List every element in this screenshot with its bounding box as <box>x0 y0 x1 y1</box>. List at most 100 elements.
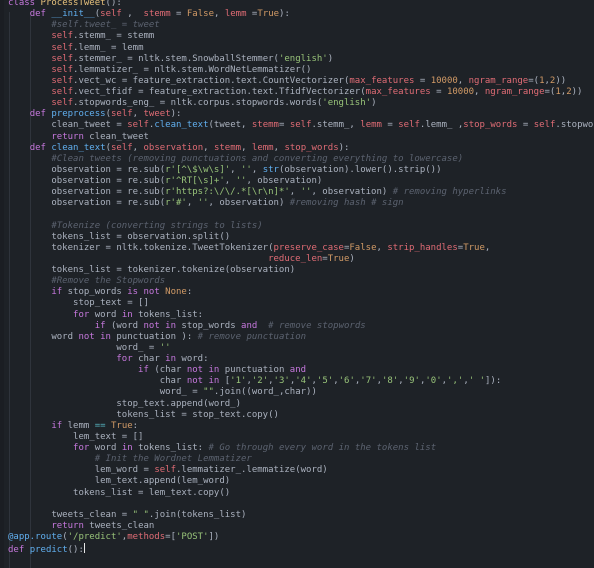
code-line[interactable]: observation = re.sub(r'[^\$\w\s]', '', s… <box>8 165 594 176</box>
code-token: '8' <box>381 376 399 387</box>
code-token: for <box>73 443 95 453</box>
code-token: , <box>289 187 301 198</box>
code-line[interactable]: self.stemm_ = stemm <box>8 31 594 42</box>
code-line[interactable]: lem_word = self.lemmatizer_.lemmatize(wo… <box>8 465 594 476</box>
code-line[interactable]: @app.route('/predict',methods=['POST']) <box>8 532 594 543</box>
code-token: if <box>138 365 155 376</box>
code-line[interactable]: #self.tweet_ = tweet <box>8 20 594 31</box>
code-line[interactable]: def clean_text(self, observation, stemm,… <box>8 143 594 154</box>
code-token: (observation).lower().strip()) <box>278 164 442 175</box>
code-line[interactable]: char not in ['1','2','3','4','5','6','7'… <box>8 376 594 387</box>
code-token: ): <box>338 142 350 153</box>
code-line[interactable]: tokens_list = tokenizer.tokenize(observa… <box>8 265 594 276</box>
code-line[interactable]: stop_text = [] <box>8 298 594 309</box>
code-line[interactable]: #Tokenize (converting strings to lists) <box>8 221 594 232</box>
code-line[interactable]: reduce_len=True) <box>8 254 594 265</box>
code-line[interactable]: word not in punctuation ): # remove punc… <box>8 332 594 343</box>
code-token: self <box>51 87 74 97</box>
code-token: # Go through every word in the tokens li… <box>208 443 437 453</box>
code-line[interactable]: #Clean tweets (removing punctuations and… <box>8 154 594 165</box>
code-token: True <box>110 420 133 431</box>
code-line[interactable]: if (char not in punctuation and <box>8 365 594 376</box>
code-line[interactable]: word_ = '' <box>8 343 594 354</box>
code-line[interactable]: tweets_clean = " ".join(tokens_list) <box>8 510 594 521</box>
code-token: .stemmer_ = nltk.stem.SnowballStemmer( <box>73 53 279 64</box>
code-line[interactable]: def predict(): <box>8 543 594 556</box>
code-editor[interactable]: class ProcessTweet(): def __init__(self … <box>0 0 594 568</box>
code-token: tokenizer = nltk.tokenize.TweetTokenizer… <box>8 242 274 253</box>
code-line[interactable]: tokens_list = stop_text.copy() <box>8 410 594 421</box>
code-token: clean_tweet <box>89 131 149 142</box>
code-token: def <box>29 142 52 153</box>
code-token: .lemmatizer_.lemmatize(word) <box>176 465 328 476</box>
code-area[interactable]: class ProcessTweet(): def __init__(self … <box>8 0 594 556</box>
code-token: , <box>457 75 469 86</box>
code-token: stop_words <box>67 287 128 298</box>
code-token: in <box>165 354 182 364</box>
code-line[interactable]: for char in word: <box>8 354 594 365</box>
code-line[interactable]: stop_text.append(word_) <box>8 399 594 410</box>
code-line[interactable]: observation = re.sub(r'^RT[\s]+', '', ob… <box>8 176 594 187</box>
code-token: stop_words <box>463 120 518 131</box>
code-token: ): <box>279 9 290 20</box>
code-token: 'english' <box>278 53 328 64</box>
code-token: "" <box>203 387 214 398</box>
code-line[interactable]: self.lemmatizer_ = nltk.stem.WordNetLemm… <box>8 65 594 76</box>
code-line[interactable]: self.lemm_ = lemm <box>8 43 594 54</box>
code-line[interactable]: lem_text = [] <box>8 432 594 443</box>
code-line[interactable]: for word in tokens_list: # Go through ev… <box>8 443 594 454</box>
code-token: stemm <box>143 9 171 20</box>
code-line[interactable]: clean_tweet = self.clean_text(tweet, ste… <box>8 120 594 131</box>
code-line[interactable]: if stop_words is not None: <box>8 287 594 298</box>
code-token: 'POST' <box>176 532 209 542</box>
code-line[interactable]: def preprocess(self, tweet): <box>8 109 594 120</box>
code-line[interactable]: class ProcessTweet(): <box>8 0 594 9</box>
code-token: not in <box>143 320 182 331</box>
code-token: ) <box>349 253 355 264</box>
code-token: self <box>100 9 122 20</box>
code-token: r'[^\$\w\s]' <box>165 164 231 175</box>
code-line[interactable]: # Init the Wordnet Lemmatizer <box>8 454 594 465</box>
code-token: .vect_wc = feature_extraction.text.Count… <box>73 75 350 86</box>
code-token: ]) <box>208 532 220 542</box>
code-line[interactable]: self.stopwords_eng_ = nltk.corpus.stopwo… <box>8 98 594 109</box>
code-line[interactable]: self.stemmer_ = nltk.stem.SnowballStemme… <box>8 54 594 65</box>
code-line[interactable]: return tweets_clean <box>8 521 594 532</box>
code-line[interactable]: #Remove the Stopwords <box>8 276 594 287</box>
code-line[interactable]: if (word not in stop_words and # remove … <box>8 321 594 332</box>
code-token: word <box>94 309 122 320</box>
code-token: '9' <box>403 376 420 387</box>
code-line[interactable]: self.vect_tfidf = feature_extraction.tex… <box>8 87 594 98</box>
code-line[interactable]: word_ = "".join((word_,char)) <box>8 387 594 398</box>
code-line[interactable]: for word in tokens_list: <box>8 310 594 321</box>
code-line[interactable]: if lemm == True: <box>8 421 594 432</box>
code-token: '5' <box>316 376 334 387</box>
code-line[interactable]: observation = re.sub(r'https?:\/\/.*[\r\… <box>8 187 594 198</box>
code-line[interactable] <box>8 499 594 510</box>
code-token: # Init the Wordnet Lemmatizer <box>8 454 252 465</box>
code-token: self <box>51 31 74 42</box>
code-line[interactable]: def __init__(self , stemm = False, lemm … <box>8 9 594 20</box>
code-line[interactable]: tokenizer = nltk.tokenize.TweetTokenizer… <box>8 243 594 254</box>
code-token: ' ' <box>468 376 485 387</box>
code-token: lemm <box>251 142 274 153</box>
code-token: False <box>186 9 214 20</box>
code-token: tweet <box>143 109 171 120</box>
code-line[interactable]: self.vect_wc = feature_extraction.text.C… <box>8 76 594 87</box>
code-token: self <box>110 142 133 153</box>
code-token: punctuation ): <box>116 331 198 342</box>
code-token: lemm <box>67 420 95 431</box>
code-line[interactable]: lem_text.append(lem_word) <box>8 476 594 487</box>
code-line[interactable]: observation = re.sub(r'#', '', observati… <box>8 198 594 209</box>
code-line[interactable] <box>8 209 594 220</box>
code-line[interactable]: return clean_tweet <box>8 132 594 143</box>
code-token: return <box>51 520 90 531</box>
code-token: self <box>51 75 74 86</box>
code-line[interactable]: tokens_list = observation.split() <box>8 232 594 243</box>
code-token: word_ = <box>8 387 204 398</box>
code-token: def <box>8 545 30 556</box>
code-token: #Remove the Stopwords <box>8 276 166 287</box>
code-line[interactable]: tokens_list = lem_text.copy() <box>8 488 594 499</box>
code-token: '' <box>235 176 247 186</box>
